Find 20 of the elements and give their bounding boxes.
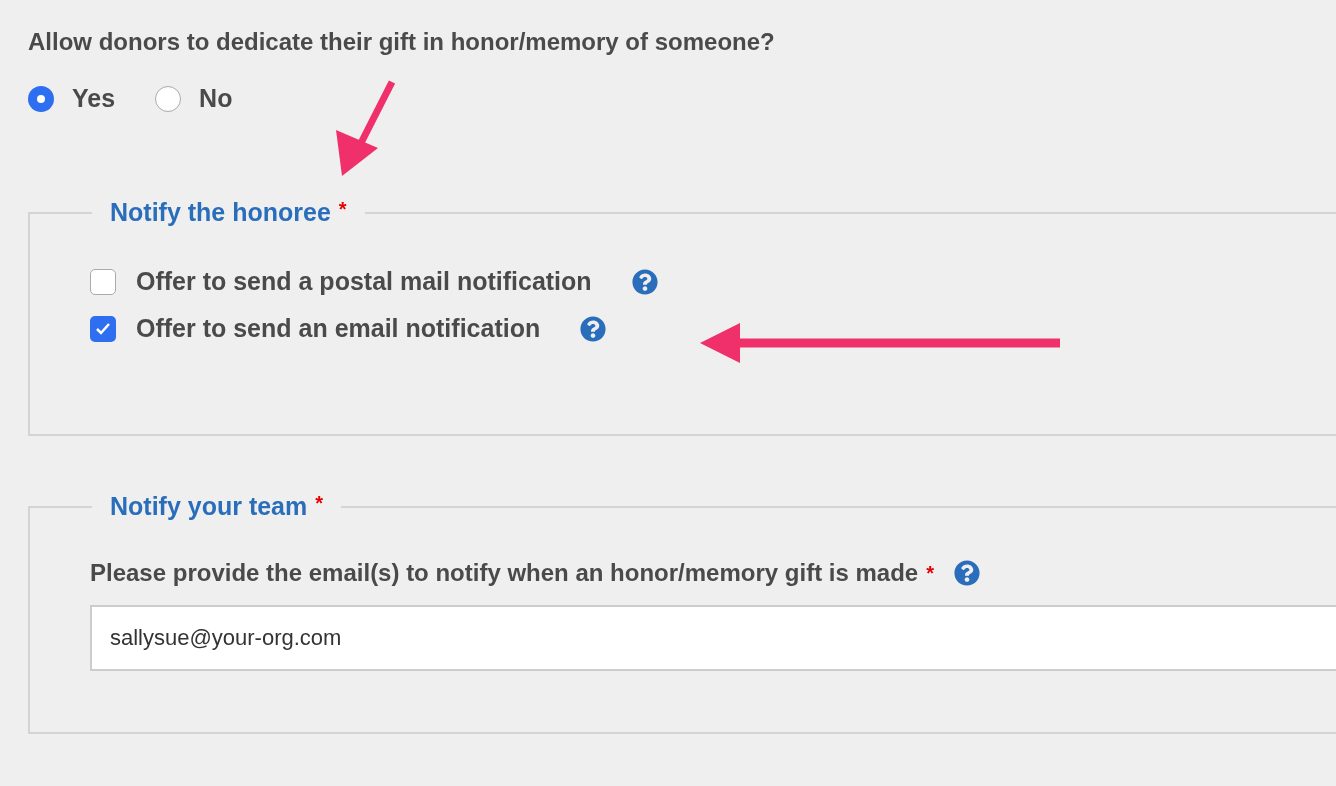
- email-field[interactable]: sallysue@your-org.com: [90, 605, 1336, 671]
- help-icon[interactable]: [580, 315, 607, 342]
- radio-label: No: [199, 84, 233, 113]
- checkbox[interactable]: [90, 268, 116, 295]
- checkbox-label: Offer to send an email notification: [136, 314, 541, 343]
- question-text: Allow donors to dedicate their gift in honor/memory of someone?: [28, 28, 776, 57]
- radio-label: Yes: [72, 84, 116, 113]
- help-icon[interactable]: [953, 560, 980, 586]
- checkbox[interactable]: [90, 315, 116, 342]
- required-mark: *: [338, 198, 347, 220]
- radio-button[interactable]: [28, 85, 54, 112]
- section-legend: Notify your team *: [92, 492, 342, 521]
- radio-button[interactable]: [155, 85, 182, 112]
- required-mark: *: [926, 561, 934, 585]
- checkmark-icon: [95, 321, 111, 336]
- section-legend: Notify the honoree *: [92, 198, 365, 227]
- required-mark: *: [315, 492, 324, 514]
- field-label: Please provide the email(s) to notify when an honor/memory gift is made: [90, 559, 919, 587]
- help-icon[interactable]: [631, 268, 658, 295]
- checkbox-label: Offer to send a postal mail notification: [136, 267, 592, 296]
